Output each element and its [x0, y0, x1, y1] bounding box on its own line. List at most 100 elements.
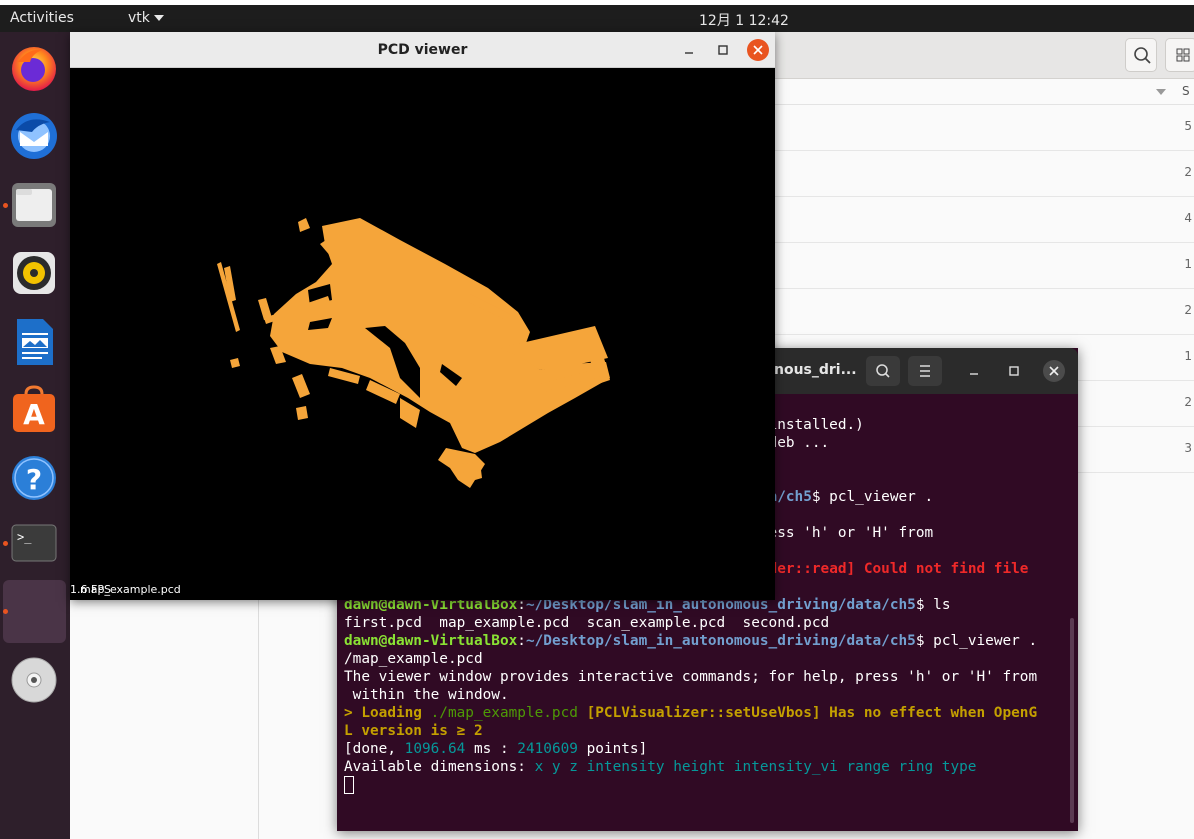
files-headerbar — [770, 32, 1194, 79]
terminal-text: 2410609 — [517, 741, 578, 757]
terminal-text: ./map_example.pcd — [430, 705, 587, 721]
top-bar: Activities vtk 12月 1 12:42 — [0, 5, 1194, 32]
point-cloud — [217, 218, 610, 488]
svg-text:A: A — [23, 398, 45, 431]
svg-text:>_: >_ — [17, 530, 32, 544]
terminal-scrollbar[interactable] — [1070, 618, 1074, 823]
file-row[interactable]: 2 — [770, 151, 1194, 197]
terminal-text: : — [517, 633, 526, 649]
terminal-text: x y z intensity height intensity_vi rang… — [534, 759, 977, 775]
rhythmbox-icon — [13, 252, 55, 294]
terminal-line: [done, 1096.64 ms : 2410609 points] — [344, 740, 1072, 758]
close-icon — [753, 45, 763, 55]
terminal-line: within the window. — [344, 686, 1072, 704]
search-icon — [876, 364, 890, 378]
file-size: 3 — [1184, 441, 1192, 455]
point-cloud-canvas[interactable] — [70, 68, 775, 600]
terminal-search-button[interactable] — [866, 356, 900, 386]
terminal-text: $ ls — [915, 597, 951, 613]
terminal-text: points] — [577, 741, 648, 757]
file-size: 1 — [1184, 257, 1192, 271]
activities-button[interactable]: Activities — [10, 10, 74, 26]
app-menu-label: vtk — [128, 10, 150, 26]
file-row[interactable]: 1 — [770, 243, 1194, 289]
vtk-app-icon — [8, 585, 60, 637]
terminal-text: first.pcd map_example.pcd scan_example.p… — [344, 615, 830, 631]
file-row[interactable]: 5 — [770, 105, 1194, 151]
hamburger-icon — [920, 365, 930, 377]
point-cloud-render — [217, 218, 610, 488]
search-button[interactable] — [1125, 38, 1157, 72]
dock-thunderbird[interactable] — [8, 110, 60, 162]
chevron-down-icon — [153, 15, 164, 21]
dock-writer[interactable] — [8, 316, 60, 368]
dock-help[interactable]: ? — [8, 452, 60, 504]
dock: A ? >_ — [0, 32, 70, 839]
pcd-viewer-titlebar[interactable]: PCD viewer — [70, 32, 775, 68]
terminal-line: first.pcd map_example.pcd scan_example.p… — [344, 614, 1072, 632]
pcd-minimize-button[interactable] — [678, 39, 700, 61]
maximize-icon — [1009, 366, 1019, 376]
terminal-line: Available dimensions: x y z intensity he… — [344, 758, 1072, 776]
file-row[interactable]: 4 — [770, 197, 1194, 243]
terminal-text: $ pcl_viewer . — [915, 633, 1038, 649]
pcd-close-button[interactable] — [747, 39, 769, 61]
cloud-filename-label: map_example.pcd — [80, 583, 181, 596]
window-title: PCD viewer — [377, 42, 468, 58]
terminal-cursor-line — [344, 776, 1072, 794]
dock-files[interactable] — [8, 179, 60, 231]
terminal-icon: >_ — [11, 524, 57, 562]
dock-vtk[interactable] — [8, 585, 60, 637]
column-header[interactable]: S — [770, 79, 1194, 105]
app-menu[interactable]: vtk — [128, 10, 164, 26]
terminal-text: 1096.64 — [404, 741, 466, 757]
maximize-icon — [718, 45, 728, 55]
terminal-maximize-button[interactable] — [1003, 360, 1025, 382]
terminal-line: L version is ≥ 2 — [344, 722, 1072, 740]
thunderbird-icon — [11, 113, 57, 159]
file-size: 1 — [1184, 349, 1192, 363]
pcd-maximize-button[interactable] — [712, 39, 734, 61]
file-size: 2 — [1184, 303, 1192, 317]
file-size: 4 — [1184, 211, 1192, 225]
terminal-menu-button[interactable] — [908, 356, 942, 386]
minimize-icon — [685, 52, 693, 54]
terminal-text: within the window. — [344, 687, 509, 703]
clock[interactable]: 12月 1 12:42 — [699, 10, 789, 30]
terminal-text: $ pcl_viewer . — [811, 489, 934, 505]
view-grid-button[interactable] — [1165, 38, 1194, 72]
terminal-line: dawn@dawn-VirtualBox:~/Desktop/slam_in_a… — [344, 632, 1072, 650]
files-icon — [12, 183, 56, 227]
terminal-minimize-button[interactable] — [963, 360, 985, 382]
pcd-viewer-window[interactable]: PCD viewer 1.6 FPS map_example.pcd — [70, 32, 775, 600]
terminal-text: ~/Desktop/slam_in_autonomous_driving/dat… — [525, 633, 916, 649]
file-row[interactable]: 2 — [770, 289, 1194, 335]
terminal-cursor — [344, 776, 354, 794]
search-icon — [1134, 47, 1151, 64]
dock-firefox[interactable] — [8, 42, 60, 94]
terminal-text: L version is ≥ 2 — [344, 723, 483, 739]
terminal-text: Available dimensions: — [344, 759, 535, 775]
terminal-line: /map_example.pcd — [344, 650, 1072, 668]
sort-chevron-icon — [1156, 89, 1166, 95]
terminal-line: The viewer window provides interactive c… — [344, 668, 1072, 686]
terminal-text: [PCLVisualizer::setUseVbos] Has no effec… — [586, 705, 1038, 721]
dock-dvd[interactable] — [8, 654, 60, 706]
firefox-icon — [12, 47, 56, 91]
terminal-text: /map_example.pcd — [344, 651, 483, 667]
dock-rhythmbox[interactable] — [8, 247, 60, 299]
libreoffice-writer-icon — [17, 319, 53, 365]
terminal-text: dawn@dawn-VirtualBox — [344, 633, 518, 649]
size-column-header: S — [1182, 84, 1190, 98]
dvd-icon — [11, 657, 57, 703]
terminal-text: ms : — [465, 741, 518, 757]
dock-terminal[interactable]: >_ — [8, 517, 60, 569]
file-size: 2 — [1184, 395, 1192, 409]
dock-software[interactable]: A — [8, 384, 60, 436]
terminal-close-button[interactable] — [1043, 360, 1065, 382]
terminal-line: > Loading ./map_example.pcd [PCLVisualiz… — [344, 704, 1072, 722]
desktop: Activities vtk 12月 1 12:42 S 5 2 4 1 2 1… — [0, 0, 1194, 839]
terminal-title: nous_dri... — [774, 362, 857, 378]
file-size: 2 — [1184, 165, 1192, 179]
ubuntu-software-icon: A — [13, 385, 55, 432]
